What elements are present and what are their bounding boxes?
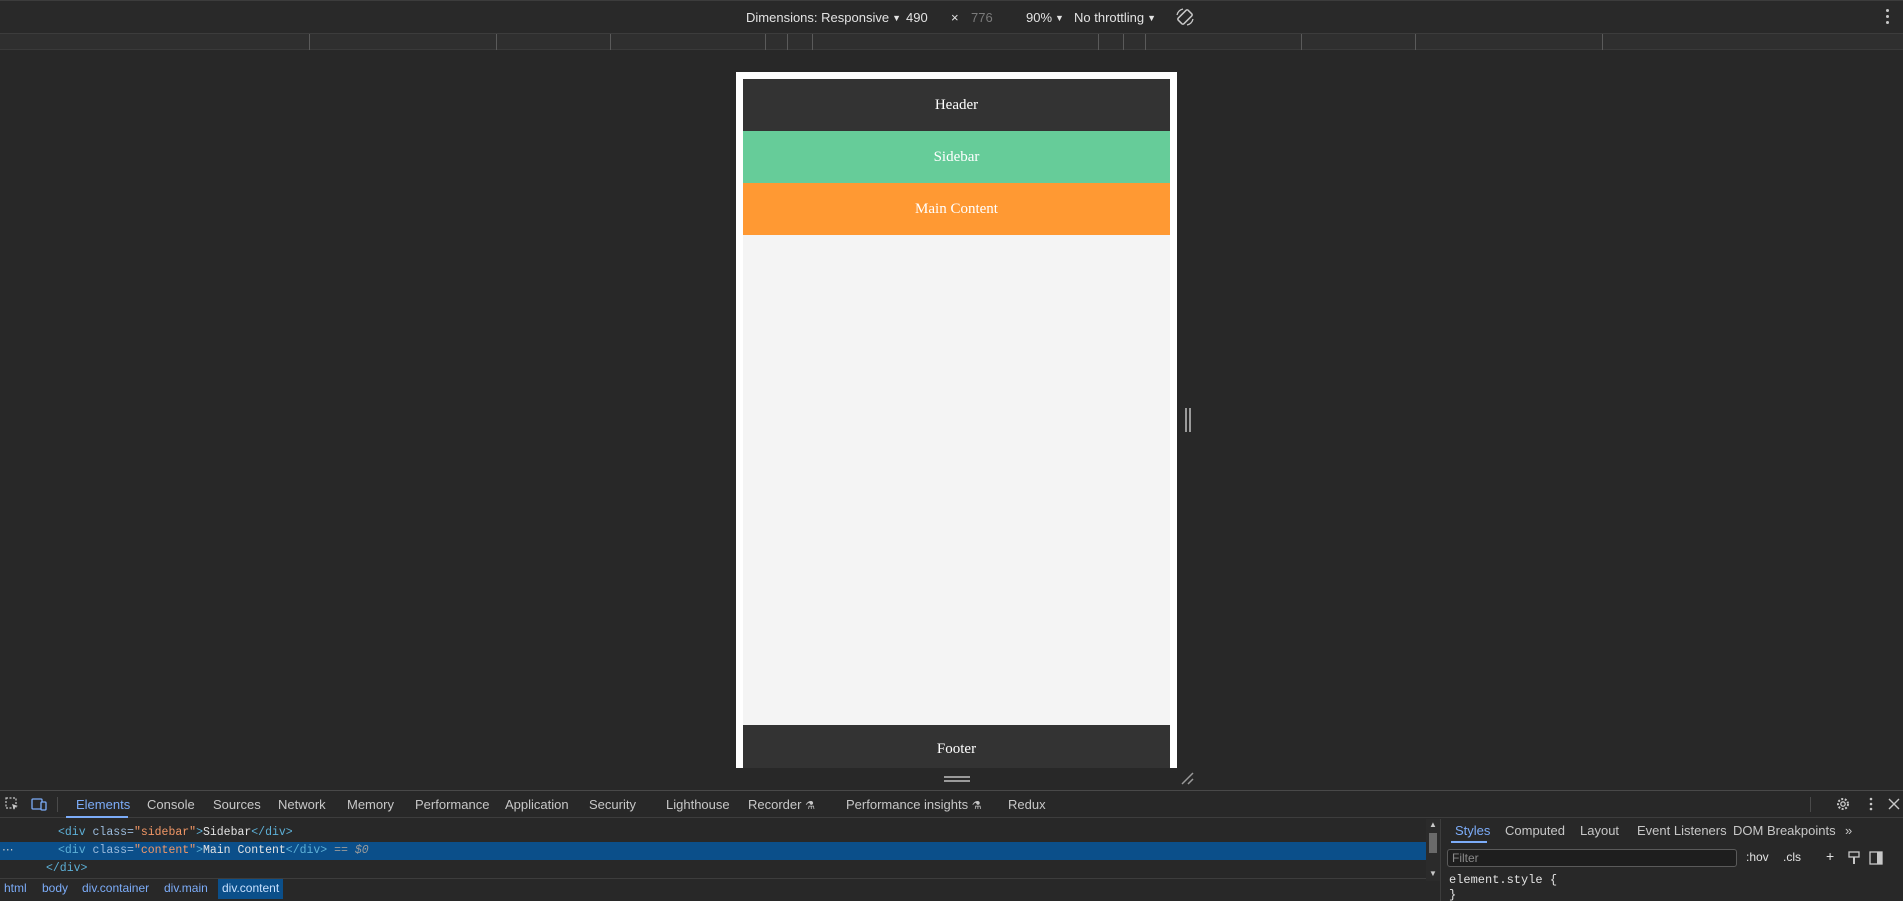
close-icon[interactable] xyxy=(1886,796,1902,812)
element-style-rule[interactable]: element.style { } xyxy=(1449,873,1557,901)
code-attr: class= xyxy=(92,844,134,857)
tab-redux[interactable]: Redux xyxy=(1008,797,1046,812)
tab-event-listeners[interactable]: Event Listeners xyxy=(1637,823,1727,838)
paint-brush-icon[interactable] xyxy=(1847,851,1861,865)
chevron-down-icon: ▼ xyxy=(1055,13,1064,23)
dimensions-dropdown[interactable]: Dimensions: Responsive ▼ xyxy=(746,10,901,25)
more-options-icon[interactable] xyxy=(1885,9,1891,27)
inspect-element-icon[interactable] xyxy=(4,796,20,812)
code-open-tag: <div xyxy=(58,844,93,857)
code-end-tag: </div> xyxy=(285,844,328,857)
height-input[interactable]: 776 xyxy=(971,10,993,25)
code-attr: class= xyxy=(92,826,134,839)
more-tabs-icon[interactable]: » xyxy=(1845,823,1852,838)
active-styles-tab-indicator xyxy=(1451,841,1487,843)
rotate-icon[interactable] xyxy=(1175,7,1195,27)
code-text: Main Content xyxy=(202,844,286,857)
throttling-dropdown[interactable]: No throttling ▼ xyxy=(1074,10,1156,25)
tab-security[interactable]: Security xyxy=(589,797,636,812)
tab-recorder-label: Recorder xyxy=(748,797,802,812)
code-end-tag: </div> xyxy=(46,862,88,875)
code-value: "content" xyxy=(133,844,197,857)
breadcrumb-div-content[interactable]: div.content xyxy=(218,879,284,899)
device-toggle-icon[interactable] xyxy=(31,796,47,812)
add-rule-icon[interactable]: + xyxy=(1826,848,1834,864)
chevron-down-icon: ▼ xyxy=(1147,13,1157,23)
code-close-bracket: > xyxy=(196,844,203,857)
device-viewport: Header Sidebar Main Content Footer xyxy=(736,72,1177,768)
breadcrumb: html body div.container div.main div.con… xyxy=(0,878,1426,899)
device-toolbar: Dimensions: Responsive ▼ 490 × 776 90% ▼ N… xyxy=(0,0,1903,34)
code-close-bracket: > xyxy=(196,826,203,839)
breadcrumb-div-container[interactable]: div.container xyxy=(78,879,153,899)
tab-console[interactable]: Console xyxy=(147,797,195,812)
tab-performance-insights-label: Performance insights xyxy=(846,797,969,812)
viewport-corner-resize-handle[interactable] xyxy=(1180,771,1194,785)
elements-scrollbar[interactable]: ▲ ▼ xyxy=(1426,819,1440,881)
tab-computed[interactable]: Computed xyxy=(1505,823,1565,838)
code-open-tag: <div xyxy=(58,826,93,839)
page-sidebar: Sidebar xyxy=(743,131,1170,183)
code-value: "sidebar" xyxy=(133,826,197,839)
scroll-down-icon[interactable]: ▼ xyxy=(1429,869,1437,878)
devtools-panel: Elements Console Sources Network Memory … xyxy=(0,790,1903,901)
styles-filter-input[interactable] xyxy=(1447,849,1737,867)
dimensions-label: Dimensions: Responsive xyxy=(746,10,890,25)
ellipsis-icon[interactable]: ⋯ xyxy=(2,842,14,860)
media-query-ruler[interactable] xyxy=(0,34,1903,50)
styles-pane: Styles Computed Layout Event Listeners D… xyxy=(1440,819,1903,901)
zoom-value: 90% xyxy=(1026,10,1053,25)
throttling-value: No throttling xyxy=(1074,10,1145,25)
breadcrumb-html[interactable]: html xyxy=(0,879,31,899)
code-end-tag: </div> xyxy=(251,826,293,839)
breadcrumb-div-main[interactable]: div.main xyxy=(160,879,212,899)
zoom-dropdown[interactable]: 90% ▼ xyxy=(1026,10,1064,25)
cls-toggle-button[interactable]: .cls xyxy=(1783,850,1801,864)
settings-gear-icon[interactable] xyxy=(1835,796,1851,812)
page-main-content: Main Content xyxy=(743,183,1170,235)
tab-performance-insights[interactable]: Performance insights ⚗ xyxy=(846,797,982,812)
tab-styles[interactable]: Styles xyxy=(1455,823,1490,838)
code-text: Sidebar xyxy=(202,826,252,839)
flask-icon: ⚗ xyxy=(971,800,982,812)
hov-toggle-button[interactable]: :hov xyxy=(1746,850,1769,864)
dom-line-sidebar[interactable]: <div class="sidebar">Sidebar</div> xyxy=(0,824,1426,842)
tab-layout[interactable]: Layout xyxy=(1580,823,1619,838)
more-options-icon[interactable] xyxy=(1863,796,1879,812)
viewport-height-resize-handle[interactable] xyxy=(944,776,970,782)
tab-memory[interactable]: Memory xyxy=(347,797,394,812)
tab-recorder[interactable]: Recorder ⚗ xyxy=(748,797,815,812)
tab-lighthouse[interactable]: Lighthouse xyxy=(666,797,730,812)
page-footer: Footer xyxy=(743,725,1170,768)
flask-icon: ⚗ xyxy=(805,800,815,812)
tab-dom-breakpoints[interactable]: DOM Breakpoints xyxy=(1733,823,1836,838)
tab-sources[interactable]: Sources xyxy=(213,797,261,812)
tab-application[interactable]: Application xyxy=(505,797,569,812)
tab-elements[interactable]: Elements xyxy=(76,797,130,812)
width-input[interactable]: 490 xyxy=(906,10,928,25)
breadcrumb-body[interactable]: body xyxy=(38,879,72,899)
dom-line-content-selected[interactable]: ⋯ <div class="content">Main Content</div>… xyxy=(0,842,1426,860)
sidebar-toggle-icon[interactable] xyxy=(1869,851,1883,865)
tab-network[interactable]: Network xyxy=(278,797,326,812)
scroll-up-icon[interactable]: ▲ xyxy=(1429,820,1437,829)
page-header: Header xyxy=(743,79,1170,131)
chevron-down-icon: ▼ xyxy=(892,13,901,23)
times-label: × xyxy=(951,10,959,25)
tab-performance[interactable]: Performance xyxy=(415,797,489,812)
dom-line-close-main[interactable]: </div> xyxy=(0,860,1426,878)
viewport-width-resize-handle[interactable] xyxy=(1185,408,1191,432)
page-container: Header Sidebar Main Content Footer xyxy=(743,79,1170,768)
scrollbar-thumb[interactable] xyxy=(1429,833,1437,853)
selected-node-marker: == $0 xyxy=(327,844,369,857)
